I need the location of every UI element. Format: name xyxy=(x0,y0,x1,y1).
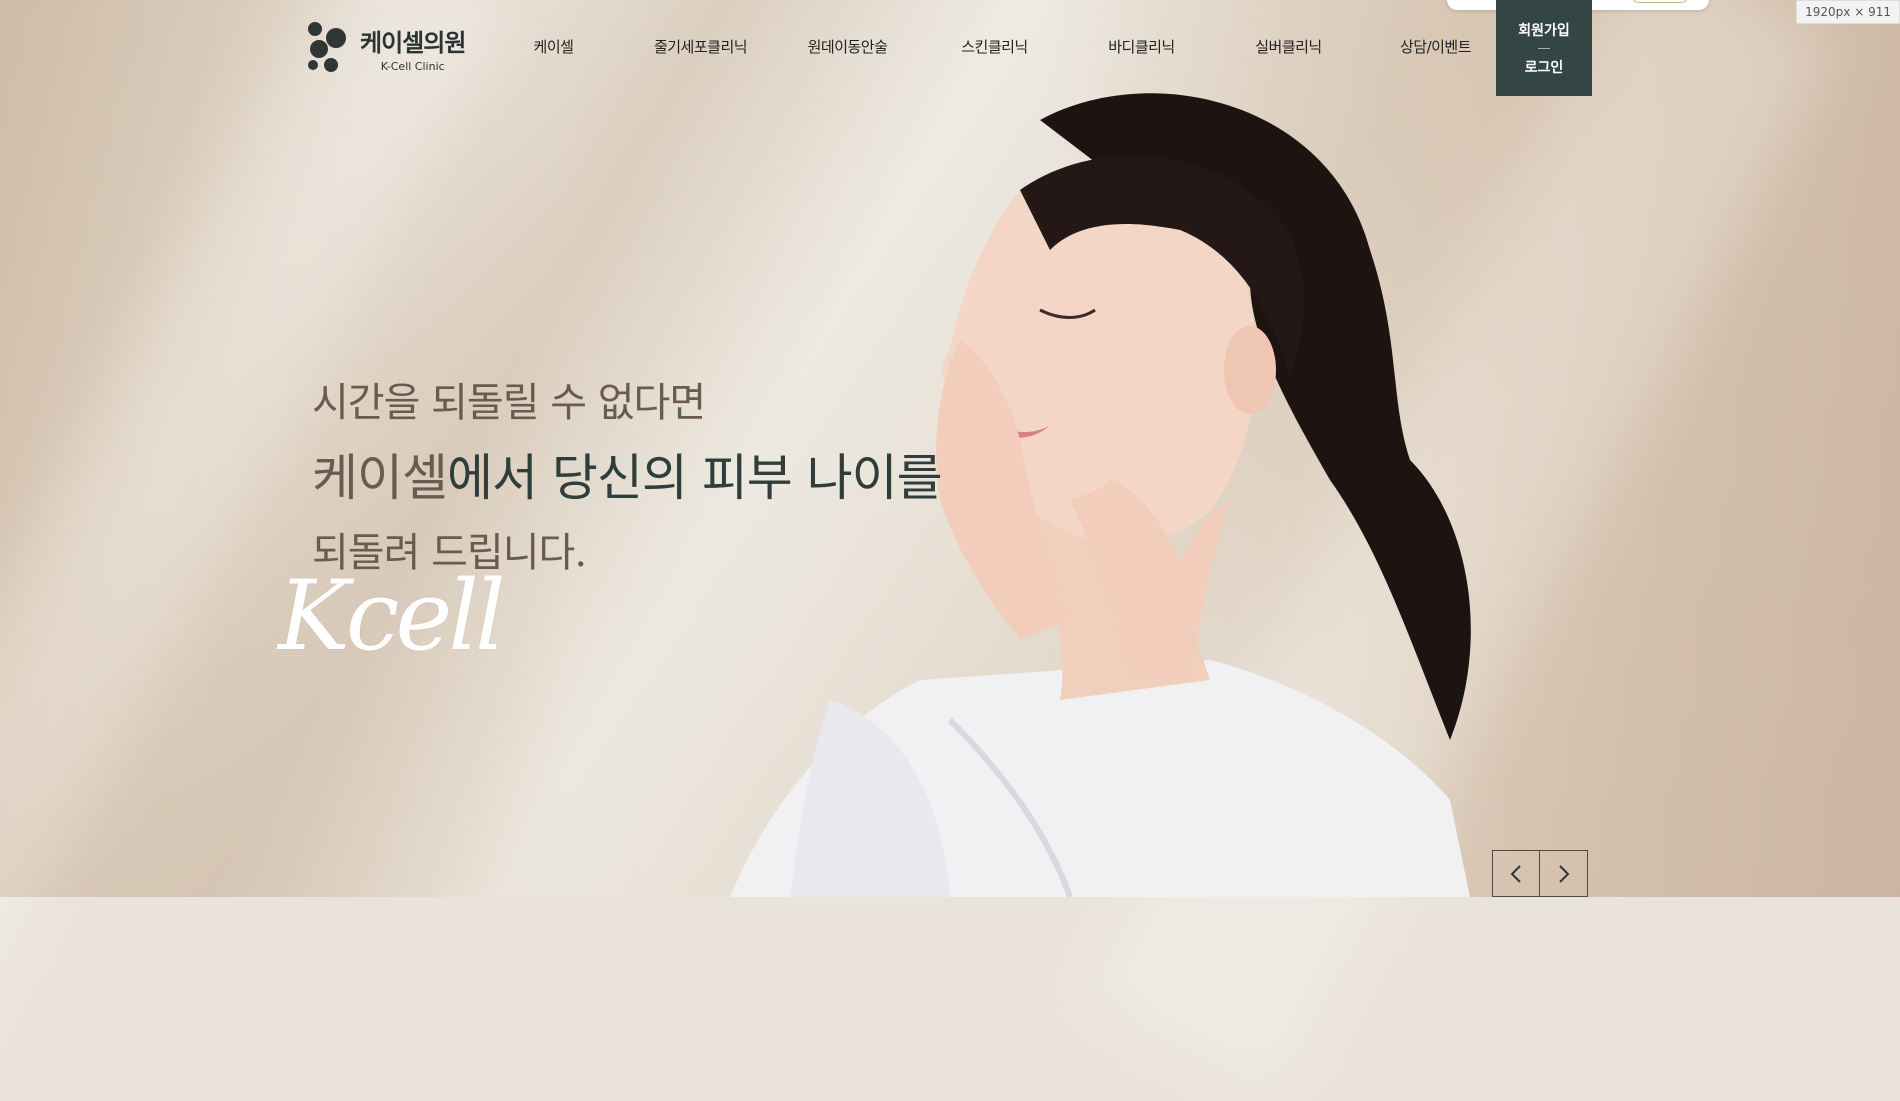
nav-item-kcell[interactable]: 케이셀 xyxy=(480,36,627,57)
nav-item-stemcell-clinic[interactable]: 줄기세포클리닉 xyxy=(627,36,774,57)
popup-handle[interactable] xyxy=(1631,0,1689,3)
nav-item-skin-clinic[interactable]: 스킨클리닉 xyxy=(921,36,1068,57)
logo-mark-icon xyxy=(308,22,350,74)
hero-line-2-rest: 에서 당신의 피부 나이를 xyxy=(447,449,943,507)
logo-subtitle: K-Cell Clinic xyxy=(380,60,445,73)
hero-line-2: 케이셀에서 당신의 피부 나이를 xyxy=(312,438,943,510)
site-logo[interactable]: 케이셀의원 K-Cell Clinic xyxy=(308,22,466,74)
slider-prev-button[interactable] xyxy=(1492,850,1540,897)
hero-brand: 케이셀 xyxy=(312,449,448,507)
nav-item-oneday-procedure[interactable]: 원데이동안술 xyxy=(774,36,921,57)
nav-item-consult-event[interactable]: 상담/이벤트 xyxy=(1362,36,1509,57)
viewport-size-badge: 1920px × 911 xyxy=(1796,0,1900,24)
login-link[interactable]: 로그인 xyxy=(1525,57,1564,77)
hero-copy: 시간을 되돌릴 수 없다면 케이셀에서 당신의 피부 나이를 되돌려 드립니다. xyxy=(312,370,943,578)
hero-line-1: 시간을 되돌릴 수 없다면 xyxy=(312,380,706,426)
main-nav: 케이셀 줄기세포클리닉 원데이동안술 스킨클리닉 바디클리닉 실버클리닉 상담/… xyxy=(480,36,1509,57)
hero-script-logo: Kcell xyxy=(278,560,506,672)
member-box: 회원가입 로그인 xyxy=(1496,0,1592,96)
nav-item-silver-clinic[interactable]: 실버클리닉 xyxy=(1215,36,1362,57)
slider-controls xyxy=(1492,850,1588,897)
chevron-left-icon xyxy=(1510,864,1521,883)
signup-link[interactable]: 회원가입 xyxy=(1518,20,1570,40)
nav-item-body-clinic[interactable]: 바디클리닉 xyxy=(1068,36,1215,57)
chevron-right-icon xyxy=(1558,864,1569,883)
logo-name: 케이셀의원 xyxy=(360,29,466,57)
slider-next-button[interactable] xyxy=(1540,850,1588,897)
member-divider xyxy=(1538,47,1550,49)
